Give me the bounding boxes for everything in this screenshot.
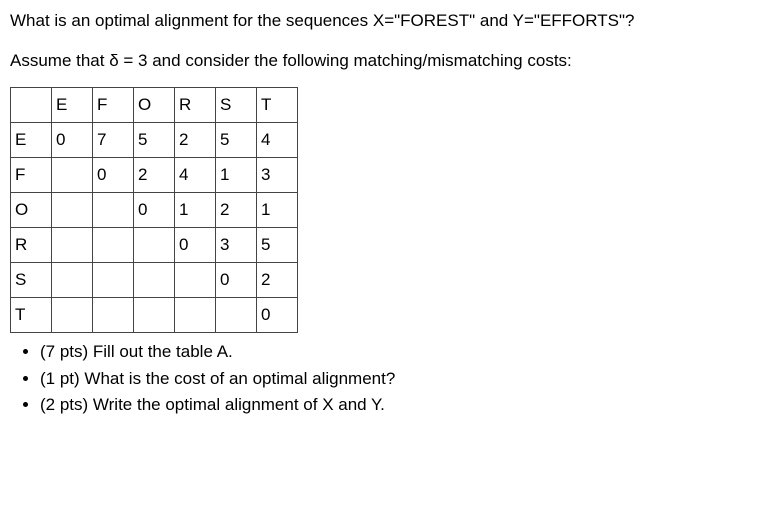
cell — [52, 193, 93, 228]
blank-cell — [11, 88, 52, 123]
cell: 0 — [216, 263, 257, 298]
table-row: E F O R S T — [11, 88, 298, 123]
table-row: R 0 3 5 — [11, 228, 298, 263]
table-row: O 0 1 2 1 — [11, 193, 298, 228]
cell: 2 — [175, 123, 216, 158]
col-header: R — [175, 88, 216, 123]
cell — [93, 228, 134, 263]
col-header: T — [257, 88, 298, 123]
cell — [134, 298, 175, 333]
row-header: F — [11, 158, 52, 193]
list-item: (7 pts) Fill out the table A. — [40, 339, 760, 365]
cell: 2 — [216, 193, 257, 228]
row-header: E — [11, 123, 52, 158]
cell — [52, 158, 93, 193]
cell — [93, 193, 134, 228]
cell: 0 — [93, 158, 134, 193]
cell — [175, 298, 216, 333]
cell: 0 — [52, 123, 93, 158]
cell: 2 — [134, 158, 175, 193]
question-line-2: Assume that δ = 3 and consider the follo… — [10, 48, 760, 74]
cell: 4 — [175, 158, 216, 193]
list-item: (1 pt) What is the cost of an optimal al… — [40, 366, 760, 392]
row-header: T — [11, 298, 52, 333]
cell — [134, 228, 175, 263]
cell — [175, 263, 216, 298]
cell: 0 — [175, 228, 216, 263]
col-header: F — [93, 88, 134, 123]
cell: 1 — [257, 193, 298, 228]
table-row: S 0 2 — [11, 263, 298, 298]
row-header: S — [11, 263, 52, 298]
cell: 2 — [257, 263, 298, 298]
cell: 5 — [216, 123, 257, 158]
cell: 0 — [134, 193, 175, 228]
cell — [52, 228, 93, 263]
cell — [134, 263, 175, 298]
col-header: E — [52, 88, 93, 123]
cell: 7 — [93, 123, 134, 158]
cell — [93, 263, 134, 298]
cell: 1 — [216, 158, 257, 193]
col-header: O — [134, 88, 175, 123]
task-list: (7 pts) Fill out the table A. (1 pt) Wha… — [10, 339, 760, 418]
col-header: S — [216, 88, 257, 123]
question-line-1: What is an optimal alignment for the seq… — [10, 8, 760, 34]
cell — [52, 263, 93, 298]
cell — [216, 298, 257, 333]
cell: 5 — [257, 228, 298, 263]
cost-table: E F O R S T E 0 7 5 2 5 4 F 0 2 4 1 3 O … — [10, 87, 298, 333]
cell: 3 — [257, 158, 298, 193]
table-row: T 0 — [11, 298, 298, 333]
table-row: F 0 2 4 1 3 — [11, 158, 298, 193]
table-row: E 0 7 5 2 5 4 — [11, 123, 298, 158]
cell — [93, 298, 134, 333]
list-item: (2 pts) Write the optimal alignment of X… — [40, 392, 760, 418]
cell: 3 — [216, 228, 257, 263]
row-header: O — [11, 193, 52, 228]
cell: 4 — [257, 123, 298, 158]
cell: 0 — [257, 298, 298, 333]
row-header: R — [11, 228, 52, 263]
cell: 1 — [175, 193, 216, 228]
cell: 5 — [134, 123, 175, 158]
cell — [52, 298, 93, 333]
